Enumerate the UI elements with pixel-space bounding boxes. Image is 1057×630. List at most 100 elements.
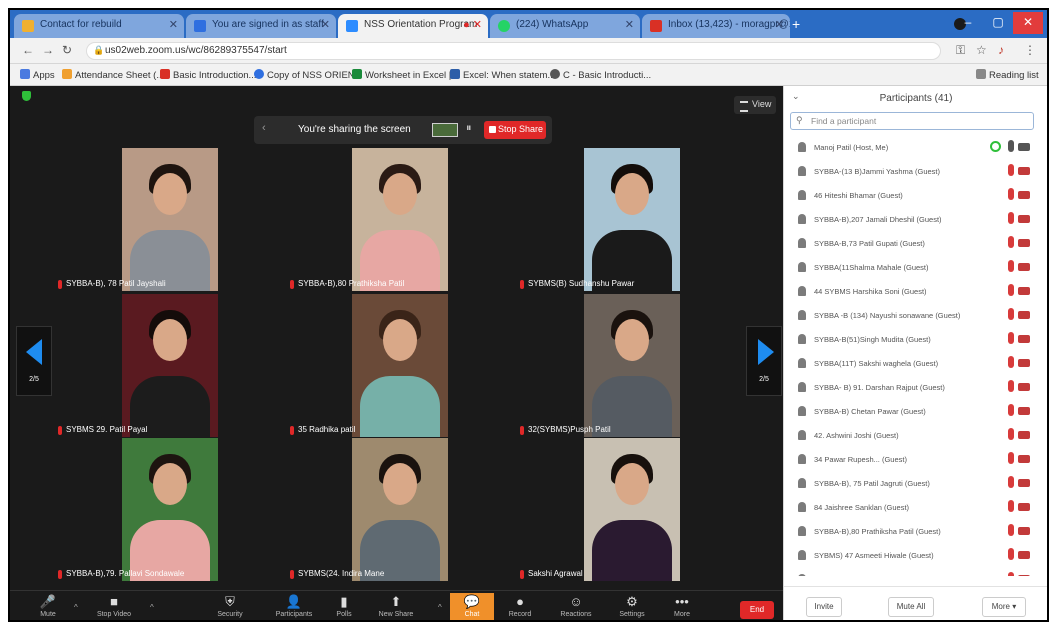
minimize-icon[interactable]: – bbox=[953, 12, 983, 34]
microphone-muted-icon[interactable] bbox=[1008, 404, 1014, 416]
bookmark-nss-copy[interactable]: Copy of NSS ORIEN... bbox=[254, 69, 363, 81]
microphone-muted-icon[interactable] bbox=[1008, 572, 1014, 576]
participant-row[interactable]: SYBMS) 47 Asmeeti Hiwale (Guest) bbox=[784, 544, 1047, 568]
stop-share-button[interactable]: Stop Share bbox=[484, 121, 546, 139]
participant-row[interactable]: SYBBA-B), 75 Patil Jagruti (Guest) bbox=[784, 472, 1047, 496]
microphone-muted-icon[interactable] bbox=[1008, 356, 1014, 368]
mute-control[interactable]: 🎤 Mute bbox=[26, 593, 70, 620]
participant-row[interactable]: SYBBA-B) Chetan Pawar (Guest) bbox=[784, 400, 1047, 424]
tab-close-icon[interactable]: ✕ bbox=[625, 18, 634, 31]
stop-video-control[interactable]: ■ Stop Video bbox=[92, 593, 136, 620]
options-caret-icon[interactable]: ^ bbox=[150, 603, 154, 612]
reading-list[interactable]: Reading list bbox=[976, 69, 1039, 81]
bookmark-star-icon[interactable]: ☆ bbox=[976, 43, 987, 57]
previous-page-button[interactable]: 2/5 bbox=[16, 326, 52, 396]
reactions-control[interactable]: ☺ Reactions bbox=[554, 593, 598, 620]
participant-row[interactable]: SYBBA-B(51)Singh Mudita (Guest) bbox=[784, 328, 1047, 352]
new-share-control[interactable]: ⬆ New Share bbox=[374, 593, 418, 620]
microphone-muted-icon[interactable] bbox=[1008, 476, 1014, 488]
collapse-chevron-icon[interactable]: ⌄ bbox=[792, 91, 800, 102]
drag-grip-icon[interactable]: ‹ bbox=[262, 122, 266, 134]
microphone-muted-icon[interactable] bbox=[1008, 380, 1014, 392]
extension-icon[interactable]: ♪ bbox=[998, 43, 1004, 57]
shared-screen-thumbnail[interactable] bbox=[432, 123, 458, 137]
microphone-muted-icon[interactable] bbox=[1008, 524, 1014, 536]
address-bar[interactable]: 🔒 us02web.zoom.us/wc/86289375547/start bbox=[86, 42, 941, 60]
participant-row[interactable]: SYBBA(11T) Sakshi waghela (Guest) bbox=[784, 352, 1047, 376]
participant-video-tile[interactable] bbox=[352, 438, 448, 581]
participant-row[interactable]: 59. Hiteeha Rakhi (Guest) bbox=[784, 568, 1047, 576]
microphone-muted-icon[interactable] bbox=[1008, 260, 1014, 272]
participant-row[interactable]: SYBBA -B (134) Nayushi sonawane (Guest) bbox=[784, 304, 1047, 328]
participants-control[interactable]: 👤 Participants bbox=[272, 593, 316, 620]
more-options-button[interactable]: More ▾ bbox=[982, 597, 1026, 617]
pause-share-icon[interactable]: ⏸ bbox=[466, 122, 472, 135]
microphone-on-icon[interactable] bbox=[1008, 140, 1014, 152]
options-caret-icon[interactable]: ^ bbox=[438, 603, 442, 612]
microphone-muted-icon[interactable] bbox=[1008, 308, 1014, 320]
browser-tab-4[interactable]: (224) WhatsApp ✕ bbox=[490, 14, 640, 38]
record-control[interactable]: ● Record bbox=[498, 593, 542, 620]
tab-close-icon[interactable]: ✕ bbox=[775, 18, 784, 31]
options-caret-icon[interactable]: ^ bbox=[74, 603, 78, 612]
microphone-muted-icon[interactable] bbox=[1008, 212, 1014, 224]
participant-row[interactable]: SYBBA(11Shalma Mahale (Guest) bbox=[784, 256, 1047, 280]
bookmark-attendance[interactable]: Attendance Sheet (... bbox=[62, 69, 164, 81]
next-page-button[interactable]: 2/5 bbox=[746, 326, 782, 396]
participant-row[interactable]: 44 SYBMS Harshika Soni (Guest) bbox=[784, 280, 1047, 304]
microphone-muted-icon[interactable] bbox=[1008, 332, 1014, 344]
menu-kebab-icon[interactable]: ⋮ bbox=[1024, 43, 1036, 57]
participant-row[interactable]: Manoj Patil (Host, Me) bbox=[784, 136, 1047, 160]
browser-tab-5[interactable]: Inbox (13,423) - moragpr@1756 ✕ bbox=[642, 14, 790, 38]
tab-close-icon[interactable]: ✕ bbox=[169, 18, 178, 31]
participant-video-tile[interactable] bbox=[584, 438, 680, 581]
new-tab-plus-icon[interactable]: + bbox=[792, 16, 800, 32]
settings-control[interactable]: ⚙ Settings bbox=[610, 593, 654, 620]
bookmark-worksheet[interactable]: Worksheet in Excel |... bbox=[352, 69, 459, 81]
participant-row[interactable]: SYBBA- B) 91. Darshan Rajput (Guest) bbox=[784, 376, 1047, 400]
tab-close-icon[interactable]: ● ✕ bbox=[463, 18, 482, 31]
polls-control[interactable]: ▮ Polls bbox=[322, 593, 366, 620]
more-control[interactable]: ••• More bbox=[660, 593, 704, 620]
bookmark-c-basic[interactable]: C - Basic Introducti... bbox=[550, 69, 651, 81]
browser-tab-3-active[interactable]: NSS Orientation Program ● ✕ bbox=[338, 14, 488, 38]
key-icon[interactable]: ⚿ bbox=[956, 43, 965, 58]
mute-all-button[interactable]: Mute All bbox=[888, 597, 934, 617]
participant-video-tile[interactable] bbox=[122, 148, 218, 291]
maximize-icon[interactable]: ▢ bbox=[983, 12, 1013, 34]
window-close-icon[interactable]: ✕ bbox=[1013, 12, 1043, 34]
security-control[interactable]: ⛨ Security bbox=[208, 593, 252, 620]
microphone-muted-icon[interactable] bbox=[1008, 452, 1014, 464]
microphone-muted-icon[interactable] bbox=[1008, 428, 1014, 440]
participant-video-tile[interactable] bbox=[352, 294, 448, 437]
back-arrow-icon[interactable]: ← bbox=[22, 43, 34, 57]
participant-video-tile[interactable] bbox=[584, 148, 680, 291]
end-meeting-button[interactable]: End bbox=[740, 601, 774, 619]
browser-tab-2[interactable]: You are signed in as staff ✕ bbox=[186, 14, 336, 38]
participant-search-input[interactable]: ⚲ Find a participant bbox=[790, 112, 1034, 130]
participant-row[interactable]: SYBBA-B,73 Patil Gupati (Guest) bbox=[784, 232, 1047, 256]
participant-row[interactable]: 42. Ashwini Joshi (Guest) bbox=[784, 424, 1047, 448]
view-button[interactable]: View bbox=[734, 96, 776, 114]
microphone-muted-icon[interactable] bbox=[1008, 164, 1014, 176]
participant-row[interactable]: 46 Hiteshi Bhamar (Guest) bbox=[784, 184, 1047, 208]
participant-video-tile[interactable] bbox=[122, 294, 218, 437]
participant-video-tile[interactable] bbox=[122, 438, 218, 581]
microphone-muted-icon[interactable] bbox=[1008, 188, 1014, 200]
chat-control[interactable]: 💬 Chat bbox=[450, 593, 494, 620]
bookmark-apps[interactable]: Apps bbox=[20, 69, 55, 81]
participant-row[interactable]: 84 Jaishree Sanklan (Guest) bbox=[784, 496, 1047, 520]
participant-row[interactable]: 34 Pawar Rupesh... (Guest) bbox=[784, 448, 1047, 472]
participant-row[interactable]: SYBBA-(13 B)Jammi Yashma (Guest) bbox=[784, 160, 1047, 184]
browser-tab-1[interactable]: Contact for rebuild ✕ bbox=[14, 14, 184, 38]
microphone-muted-icon[interactable] bbox=[1008, 284, 1014, 296]
participant-row[interactable]: SYBBA-B),207 Jamali Dheshil (Guest) bbox=[784, 208, 1047, 232]
participant-video-tile[interactable] bbox=[584, 294, 680, 437]
bookmark-excel-when[interactable]: Excel: When statem... bbox=[450, 69, 555, 81]
invite-button[interactable]: Invite bbox=[806, 597, 842, 617]
microphone-muted-icon[interactable] bbox=[1008, 236, 1014, 248]
reload-icon[interactable]: ↻ bbox=[62, 43, 72, 57]
microphone-muted-icon[interactable] bbox=[1008, 500, 1014, 512]
participant-video-tile[interactable] bbox=[352, 148, 448, 291]
participant-row[interactable]: SYBBA-B),80 Prathiksha Patil (Guest) bbox=[784, 520, 1047, 544]
